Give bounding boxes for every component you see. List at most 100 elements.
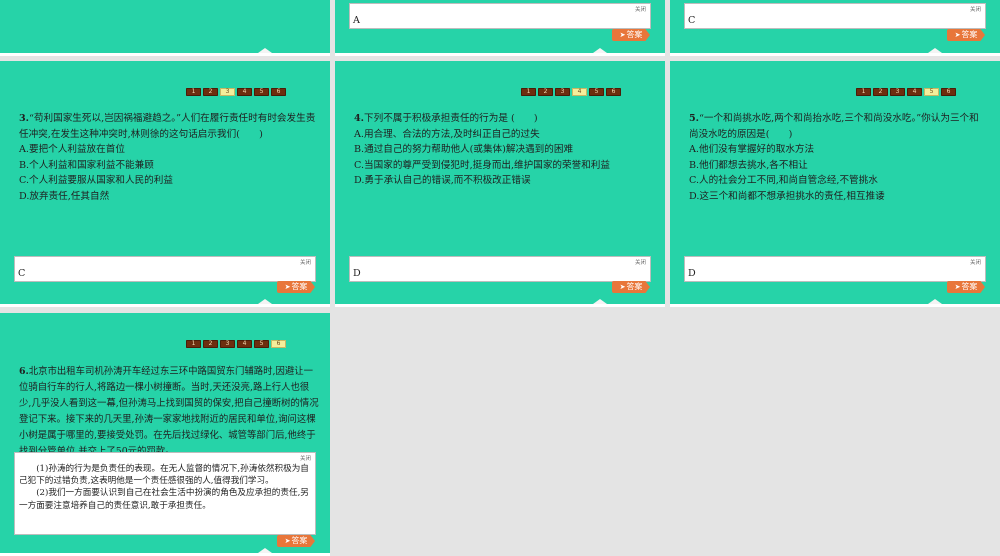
slide-footer-notch bbox=[258, 48, 272, 53]
answer-popup: 关闭 (1)孙涛的行为是负责任的表现。在无人监督的情况下,孙涛依然积极为自己犯下… bbox=[14, 452, 316, 535]
question-nav-button-5[interactable]: 5 bbox=[924, 88, 939, 96]
question-nav: 123456 bbox=[856, 88, 956, 96]
answer-button[interactable]: ➤答案 bbox=[947, 281, 985, 293]
close-button[interactable]: 关闭 bbox=[300, 454, 311, 462]
answer-button[interactable]: ➤答案 bbox=[612, 281, 650, 293]
option-d: D.放弃责任,任其自然 bbox=[19, 190, 110, 202]
answer-popup: 关闭 C bbox=[684, 3, 986, 29]
slide-footer-notch bbox=[258, 299, 272, 304]
option-c: C.当国家的尊严受到侵犯时,挺身而出,维护国家的荣誉和利益 bbox=[354, 159, 610, 171]
slide-footer-notch bbox=[593, 48, 607, 53]
slide-top-middle: 关闭 A ➤答案 bbox=[335, 0, 665, 56]
slide-footer-bar bbox=[335, 53, 665, 56]
answer-popup: 关闭 C bbox=[14, 256, 316, 282]
chevron-right-icon: ➤ bbox=[954, 283, 961, 291]
close-button[interactable]: 关闭 bbox=[635, 5, 646, 13]
question-nav-button-4[interactable]: 4 bbox=[907, 88, 922, 96]
question-nav-button-3[interactable]: 3 bbox=[890, 88, 905, 96]
chevron-right-icon: ➤ bbox=[284, 537, 291, 545]
question-nav: 123456 bbox=[521, 88, 621, 96]
close-button[interactable]: 关闭 bbox=[970, 5, 981, 13]
answer-paragraph-2: (2)我们一方面要认识到自己在社会生活中扮演的角色及应承担的责任,另一方面要注意… bbox=[19, 488, 309, 511]
question-block: 6.北京市出租车司机孙涛开车经过东三环中路国贸东门辅路时,因避让一位骑自行车的行… bbox=[19, 364, 319, 452]
close-button[interactable]: 关闭 bbox=[300, 258, 311, 266]
slide-footer-notch bbox=[928, 48, 942, 53]
option-b: B.他们都想去挑水,各不相让 bbox=[689, 159, 808, 171]
answer-paragraph-1: (1)孙涛的行为是负责任的表现。在无人监督的情况下,孙涛依然积极为自己犯下的过错… bbox=[19, 464, 309, 487]
question-nav-button-5[interactable]: 5 bbox=[254, 88, 269, 96]
answer-popup: 关闭 D bbox=[684, 256, 986, 282]
slide-footer-notch bbox=[258, 548, 272, 553]
answer-button[interactable]: ➤答案 bbox=[277, 281, 315, 293]
slide-footer-bar bbox=[0, 53, 330, 56]
question-nav-button-2[interactable]: 2 bbox=[538, 88, 553, 96]
slide-footer-bar bbox=[670, 53, 1000, 56]
answer-text: D bbox=[353, 268, 361, 279]
chevron-right-icon: ➤ bbox=[954, 31, 961, 39]
question-block: 4.下列不属于积极承担责任的行为是 ( ) A.用合理、合法的方法,及时纠正自己… bbox=[354, 111, 652, 189]
question-nav-button-2[interactable]: 2 bbox=[873, 88, 888, 96]
chevron-right-icon: ➤ bbox=[284, 283, 291, 291]
question-stem: 4.下列不属于积极承担责任的行为是 ( ) bbox=[354, 113, 538, 124]
question-nav-button-6[interactable]: 6 bbox=[941, 88, 956, 96]
question-block: 3.“苟利国家生死以,岂因祸福避趋之。”人们在履行责任时有时会发生责任冲突,在发… bbox=[19, 111, 317, 204]
answer-popup: 关闭 D bbox=[349, 256, 651, 282]
option-a: A.要把个人利益放在首位 bbox=[19, 144, 125, 155]
answer-button[interactable]: ➤答案 bbox=[612, 29, 650, 41]
slide-footer-notch bbox=[593, 299, 607, 304]
option-a: A.他们没有掌握好的取水方法 bbox=[689, 144, 815, 155]
question-nav-button-2[interactable]: 2 bbox=[203, 88, 218, 96]
slide-top-right: 关闭 C ➤答案 bbox=[670, 0, 1000, 56]
answer-text: C bbox=[18, 268, 26, 279]
question-nav-button-1[interactable]: 1 bbox=[186, 340, 201, 348]
question-nav-button-6[interactable]: 6 bbox=[271, 340, 286, 348]
question-nav-button-1[interactable]: 1 bbox=[521, 88, 536, 96]
chevron-right-icon: ➤ bbox=[619, 283, 626, 291]
question-nav-button-5[interactable]: 5 bbox=[254, 340, 269, 348]
question-nav-button-4[interactable]: 4 bbox=[237, 88, 252, 96]
question-nav-button-5[interactable]: 5 bbox=[589, 88, 604, 96]
slide-question-4: 123456 4.下列不属于积极承担责任的行为是 ( ) A.用合理、合法的方法… bbox=[335, 61, 665, 307]
question-stem: 5.“一个和尚挑水吃,两个和尚抬水吃,三个和尚没水吃。”你认为三个和尚没水吃的原… bbox=[689, 113, 979, 140]
close-button[interactable]: 关闭 bbox=[635, 258, 646, 266]
slide-footer-bar bbox=[670, 304, 1000, 307]
question-nav-button-2[interactable]: 2 bbox=[203, 340, 218, 348]
answer-popup: 关闭 A bbox=[349, 3, 651, 29]
question-nav-button-4[interactable]: 4 bbox=[237, 340, 252, 348]
answer-text: (1)孙涛的行为是负责任的表现。在无人监督的情况下,孙涛依然积极为自己犯下的过错… bbox=[19, 463, 311, 512]
option-a: A.用合理、合法的方法,及时纠正自己的过失 bbox=[354, 128, 540, 140]
option-c: C.个人利益要服从国家和人民的利益 bbox=[19, 175, 173, 186]
slide-footer-notch bbox=[928, 299, 942, 304]
option-c: C.人的社会分工不同,和尚自管念经,不管挑水 bbox=[689, 175, 878, 186]
question-nav-button-4[interactable]: 4 bbox=[572, 88, 587, 96]
option-b: B.个人利益和国家利益不能兼顾 bbox=[19, 159, 154, 171]
answer-text: D bbox=[688, 268, 696, 279]
question-nav-button-6[interactable]: 6 bbox=[606, 88, 621, 96]
question-nav-button-3[interactable]: 3 bbox=[555, 88, 570, 96]
question-nav-button-1[interactable]: 1 bbox=[186, 88, 201, 96]
slide-question-5: 123456 5.“一个和尚挑水吃,两个和尚抬水吃,三个和尚没水吃。”你认为三个… bbox=[670, 61, 1000, 307]
answer-text: C bbox=[688, 15, 696, 26]
question-stem: 6.北京市出租车司机孙涛开车经过东三环中路国贸东门辅路时,因避让一位骑自行车的行… bbox=[19, 366, 319, 452]
answer-button[interactable]: ➤答案 bbox=[277, 535, 315, 547]
question-nav-button-6[interactable]: 6 bbox=[271, 88, 286, 96]
question-stem: 3.“苟利国家生死以,岂因祸福避趋之。”人们在履行责任时有时会发生责任冲突,在发… bbox=[19, 113, 316, 140]
question-nav-button-1[interactable]: 1 bbox=[856, 88, 871, 96]
chevron-right-icon: ➤ bbox=[619, 31, 626, 39]
option-d: D.勇于承认自己的错误,而不积极改正错误 bbox=[354, 175, 531, 186]
option-b: B.通过自己的努力帮助他人(或集体)解决遇到的困难 bbox=[354, 144, 574, 155]
close-button[interactable]: 关闭 bbox=[970, 258, 981, 266]
slide-footer-bar bbox=[0, 304, 330, 307]
question-nav-button-3[interactable]: 3 bbox=[220, 340, 235, 348]
question-nav: 123456 bbox=[186, 340, 286, 348]
question-nav: 123456 bbox=[186, 88, 286, 96]
option-d: D.这三个和尚都不想承担挑水的责任,相互推诿 bbox=[689, 190, 885, 202]
question-nav-button-3[interactable]: 3 bbox=[220, 88, 235, 96]
slide-question-3: 123456 3.“苟利国家生死以,岂因祸福避趋之。”人们在履行责任时有时会发生… bbox=[0, 61, 330, 307]
question-block: 5.“一个和尚挑水吃,两个和尚抬水吃,三个和尚没水吃。”你认为三个和尚没水吃的原… bbox=[689, 111, 987, 204]
slide-footer-bar bbox=[335, 304, 665, 307]
slide-top-left bbox=[0, 0, 330, 56]
answer-button[interactable]: ➤答案 bbox=[947, 29, 985, 41]
answer-text: A bbox=[353, 15, 360, 26]
slide-question-6: 123456 6.北京市出租车司机孙涛开车经过东三环中路国贸东门辅路时,因避让一… bbox=[0, 313, 330, 556]
